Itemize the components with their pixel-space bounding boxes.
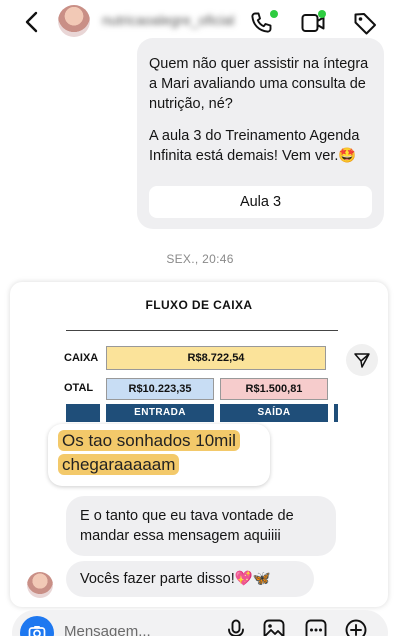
card-title: FLUXO DE CAIXA: [145, 298, 253, 312]
message-bubble-shared-post[interactable]: Quem não quer assistir na íntegra a Mari…: [137, 38, 384, 229]
gallery-icon[interactable]: [262, 618, 286, 636]
video-online-dot: [318, 10, 326, 18]
message-text: A aula 3 do Treinamento Agenda Infinita …: [149, 128, 360, 164]
row-label-caixa: CAIXA: [64, 352, 99, 364]
saida-value: R$1.500,81: [220, 378, 328, 400]
text-sticker: Os tao sonhados 10mil chegaraaaaam: [48, 424, 270, 486]
row-label-total: OTAL: [64, 382, 94, 394]
message-composer: [12, 610, 388, 636]
online-dot: [270, 10, 278, 18]
message-bubble[interactable]: Vocês fazer parte disso!💖🦋: [66, 561, 314, 597]
send-icon: [354, 353, 370, 368]
sticker-line: chegaraaaaam: [58, 454, 180, 475]
divider: [66, 330, 338, 331]
header-bar: [334, 404, 338, 422]
tag-icon[interactable]: [352, 10, 378, 36]
saida-header: SAÍDA: [220, 404, 328, 422]
add-icon[interactable]: [344, 618, 368, 636]
message-text: Quem não quer assistir na íntegra a Mari…: [149, 56, 369, 112]
microphone-icon[interactable]: [224, 618, 248, 636]
entrada-value: R$10.223,35: [106, 378, 214, 400]
aula-3-button[interactable]: Aula 3: [149, 186, 372, 218]
message-input[interactable]: [64, 620, 214, 636]
caixa-value: R$8.722,54: [106, 346, 326, 370]
contact-avatar[interactable]: [58, 5, 90, 37]
back-arrow-icon[interactable]: [20, 10, 44, 34]
sender-avatar[interactable]: [27, 572, 53, 598]
header-bar: [66, 404, 100, 422]
more-icon[interactable]: [304, 618, 328, 636]
sticker-line: Os tao sonhados 10mil: [58, 430, 240, 451]
message-bubble[interactable]: E o tanto que eu tava vontade de mandar …: [66, 496, 336, 556]
camera-icon: [28, 626, 46, 636]
share-button[interactable]: [346, 344, 378, 376]
entrada-header: ENTRADA: [106, 404, 214, 422]
camera-button[interactable]: [20, 616, 54, 636]
story-reply-card[interactable]: FLUXO DE CAIXA CAIXA R$8.722,54 OTAL R$1…: [10, 282, 388, 607]
date-separator: SEX., 20:46: [166, 252, 234, 266]
contact-name[interactable]: nutricaoalegre_oficial: [102, 12, 248, 28]
